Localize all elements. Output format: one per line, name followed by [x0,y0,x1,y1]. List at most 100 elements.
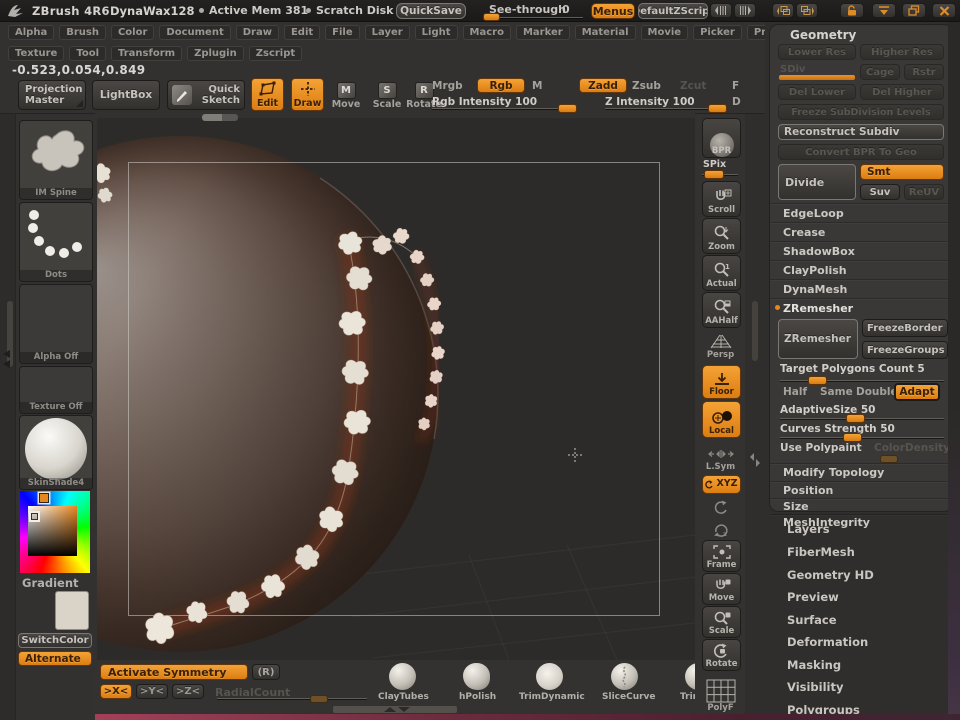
z-intensity-handle[interactable] [708,104,727,113]
menu-zscript[interactable]: Zscript [248,46,303,61]
menu-movie[interactable]: Movie [640,25,689,40]
canvas-viewport[interactable] [97,118,695,660]
material-thumbnail[interactable]: SkinShade4 [19,415,93,490]
menu-tool[interactable]: Tool [69,46,107,61]
zremesher-section[interactable]: ZRemesher [770,298,952,317]
menus-button[interactable]: Menus [591,3,635,19]
menu-color[interactable]: Color [110,25,155,40]
sv-marker[interactable] [29,511,40,522]
position-section[interactable]: Position [770,481,952,498]
menu-layer[interactable]: Layer [364,25,410,40]
shelf-panel-divider[interactable] [745,114,765,720]
texture-thumbnail[interactable]: Texture Off [19,366,93,414]
same-button[interactable]: Same [820,386,853,398]
menu-document[interactable]: Document [159,25,231,40]
move-mode-button[interactable]: M Move [328,79,364,110]
lightbox-button[interactable]: LightBox [92,80,160,110]
activate-symmetry-button[interactable]: Activate Symmetry [100,664,248,680]
shelf-move-button[interactable]: Move [702,573,741,605]
shelf-scale-button[interactable]: Scale [702,606,741,638]
brush-trimdynamic-icon[interactable] [536,663,563,690]
shadowbox-section[interactable]: ShadowBox [770,241,952,260]
hue-marker[interactable] [39,493,49,503]
menu-brush[interactable]: Brush [59,25,106,40]
modify-topology-section[interactable]: Modify Topology [770,463,952,481]
alpha-thumbnail[interactable]: Alpha Off [19,284,93,364]
floor-button[interactable]: Floor [702,365,741,399]
menu-transform[interactable]: Transform [111,46,183,61]
dynamesh-section[interactable]: DynaMesh [770,279,952,298]
restore-button[interactable] [902,3,926,18]
use-polypaint-toggle[interactable]: Use Polypaint [780,442,872,454]
target-polygons-track[interactable] [780,380,944,381]
scale-mode-button[interactable]: S Scale [369,79,405,110]
size-section[interactable]: Size [770,498,952,514]
menu-texture[interactable]: Texture [8,46,65,61]
menu-file[interactable]: File [325,25,360,40]
claypolish-section[interactable]: ClayPolish [770,260,952,279]
edgeloop-section[interactable]: EdgeLoop [770,203,952,222]
tray-collapse-arrows-icon[interactable] [749,452,761,468]
tray-collapse-arrows-icon[interactable] [2,350,13,368]
projection-master-button[interactable]: Projection Master [18,80,86,110]
polyframe-button[interactable]: PolyF [702,673,739,713]
color-picker[interactable] [20,491,90,573]
rgb-intensity-track[interactable] [432,108,565,109]
brush-trim-icon[interactable] [685,663,695,690]
palette-surface[interactable]: Surface [787,613,837,627]
gradient-label[interactable]: Gradient [22,576,79,590]
crease-section[interactable]: Crease [770,222,952,241]
quick-sketch-button[interactable]: Quick Sketch [167,80,245,110]
symmetry-x-button[interactable]: >X< [100,684,132,699]
menu-draw[interactable]: Draw [235,25,279,40]
menu-light[interactable]: Light [414,25,458,40]
menu-picker[interactable]: Picker [693,25,742,40]
tray-left-button[interactable] [710,3,732,18]
frame-button[interactable]: Frame [702,540,741,572]
freeze-border-button[interactable]: FreezeBorder [862,319,948,337]
freeze-groups-button[interactable]: FreezeGroups [862,341,948,359]
stroke-dots-thumbnail[interactable]: Dots [19,202,93,282]
minimize-button[interactable] [872,3,896,18]
palette-visibility[interactable]: Visibility [787,680,843,694]
palette-deformation[interactable]: Deformation [787,635,868,649]
bpr-button[interactable]: BPR [702,118,741,158]
z-intensity-track[interactable] [605,108,718,109]
reconstruct-subdiv-button[interactable]: Reconstruct Subdiv [778,124,944,140]
rgb-intensity-handle[interactable] [558,104,577,113]
xyz-button[interactable]: XYZ [702,475,741,494]
palette-masking[interactable]: Masking [787,658,841,672]
persp-button[interactable]: Persp [702,330,739,360]
menu-marker[interactable]: Marker [515,25,570,40]
palette-next-button[interactable] [796,3,818,18]
curves-strength-track[interactable] [780,437,944,438]
m-button[interactable]: M [532,80,542,92]
alternate-button[interactable]: Alternate [18,651,92,666]
default-zscript-button[interactable]: DefaultZScript [638,3,708,19]
rotate-on-z-icon[interactable]: z [702,519,739,537]
lsym-button[interactable]: L.Sym [702,446,739,472]
shelf-rotate-button[interactable]: Rotate [702,639,741,671]
curves-strength-handle[interactable] [843,433,862,442]
divider-handle[interactable] [752,301,758,361]
zsub-button[interactable]: Zsub [632,80,661,92]
brush-claytubes-icon[interactable] [389,663,416,690]
palette-fibermesh[interactable]: FiberMesh [787,545,855,559]
symmetry-y-button[interactable]: >Y< [136,684,168,699]
double-button[interactable]: Double [856,386,898,398]
palette-geometry-hd[interactable]: Geometry HD [787,568,874,582]
menu-material[interactable]: Material [574,25,636,40]
palette-layers[interactable]: Layers [787,522,830,536]
mrgb-button[interactable]: Mrgb [432,80,463,92]
close-button[interactable] [932,3,956,18]
edit-mode-button[interactable]: Edit [251,78,284,111]
suv-button[interactable]: Suv [860,184,900,200]
zadd-button[interactable]: Zadd [579,78,627,93]
local-button[interactable]: Local [702,401,741,438]
brush-slicecurve-icon[interactable] [611,663,638,690]
spix-handle[interactable] [704,170,724,179]
draw-mode-button[interactable]: Draw [291,78,324,111]
target-polygons-handle[interactable] [808,376,827,385]
actual-button[interactable]: 1 Actual [702,255,741,291]
quicksave-button[interactable]: QuickSave [396,3,466,19]
